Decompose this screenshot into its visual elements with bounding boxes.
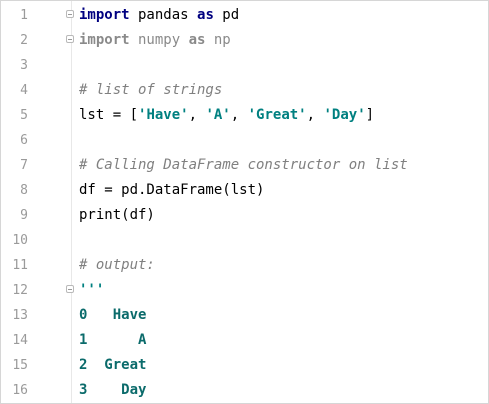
punctuation: , <box>188 107 206 123</box>
code-editor[interactable]: 1 import pandas as pd 2 import numpy as … <box>0 0 489 404</box>
code-text[interactable]: print(df) <box>79 203 155 228</box>
output-value: Have <box>87 307 147 323</box>
identifier: pandas <box>129 7 198 23</box>
code-line[interactable]: 6 <box>1 128 488 153</box>
code-line[interactable]: 10 <box>1 228 488 253</box>
identifier: numpy <box>129 32 189 48</box>
keyword: import <box>79 7 130 23</box>
code-text[interactable]: df = pd.DataFrame(lst) <box>79 178 264 203</box>
code-line[interactable]: 8 df = pd.DataFrame(lst) <box>1 178 488 203</box>
keyword: import <box>79 32 130 48</box>
line-number: 6 <box>20 133 28 148</box>
code-line[interactable]: 1 import pandas as pd <box>1 3 488 28</box>
comment[interactable]: # list of strings <box>79 78 222 103</box>
line-number: 1 <box>20 8 28 23</box>
code-line[interactable]: 15 2 Great <box>1 353 488 378</box>
line-number: 2 <box>20 33 28 48</box>
output-value: Great <box>87 357 147 373</box>
code-text[interactable]: 2 Great <box>79 353 146 378</box>
code-line[interactable]: 7 # Calling DataFrame constructor on lis… <box>1 153 488 178</box>
fold-collapse-icon[interactable] <box>66 10 74 18</box>
line-number: 11 <box>12 258 28 273</box>
keyword: as <box>188 32 206 48</box>
line-number: 16 <box>12 383 28 398</box>
line-number: 13 <box>12 308 28 323</box>
line-number: 8 <box>20 183 28 198</box>
string-literal: 'A' <box>205 107 231 123</box>
docstring-delimiter[interactable]: ''' <box>79 278 104 303</box>
string-literal: 'Great' <box>247 107 307 123</box>
line-number: 7 <box>20 158 28 173</box>
line-number: 14 <box>12 333 28 348</box>
fold-collapse-icon[interactable] <box>66 285 74 293</box>
punctuation: ] <box>365 107 375 123</box>
code-text[interactable]: import pandas as pd <box>79 3 239 28</box>
identifier: np <box>205 32 231 48</box>
string-literal: 'Have' <box>138 107 189 123</box>
code-line[interactable]: 2 import numpy as np <box>1 28 488 53</box>
code-line[interactable]: 3 <box>1 53 488 78</box>
code-text[interactable]: 0 Have <box>79 303 146 328</box>
code-text[interactable]: 3 Day <box>79 378 146 403</box>
identifier: pd <box>213 7 240 23</box>
line-number: 12 <box>12 283 28 298</box>
line-number: 9 <box>20 208 28 223</box>
line-number: 3 <box>20 58 28 73</box>
line-number: 5 <box>20 108 28 123</box>
line-number: 15 <box>12 358 28 373</box>
output-value: A <box>87 332 147 348</box>
code-line[interactable]: 13 0 Have <box>1 303 488 328</box>
code-line[interactable]: 14 1 A <box>1 328 488 353</box>
identifier: lst = [ <box>79 107 139 123</box>
comment[interactable]: # Calling DataFrame constructor on list <box>79 153 408 178</box>
code-line[interactable]: 9 print(df) <box>1 203 488 228</box>
punctuation: , <box>306 107 324 123</box>
comment[interactable]: # output: <box>79 253 155 278</box>
code-text[interactable]: import numpy as np <box>79 28 231 53</box>
fold-collapse-icon[interactable] <box>66 35 74 43</box>
punctuation: , <box>230 107 248 123</box>
keyword: as <box>197 7 214 23</box>
code-text[interactable]: lst = ['Have', 'A', 'Great', 'Day'] <box>79 103 374 128</box>
string-literal: 'Day' <box>323 107 366 123</box>
code-line[interactable]: 11 # output: <box>1 253 488 278</box>
code-line[interactable]: 5 lst = ['Have', 'A', 'Great', 'Day'] <box>1 103 488 128</box>
code-line[interactable]: 16 3 Day <box>1 378 488 403</box>
code-text[interactable]: 1 A <box>79 328 146 353</box>
line-number: 10 <box>12 233 28 248</box>
line-number: 4 <box>20 83 28 98</box>
output-value: Day <box>87 382 147 398</box>
code-line[interactable]: 12 ''' <box>1 278 488 303</box>
code-line[interactable]: 4 # list of strings <box>1 78 488 103</box>
